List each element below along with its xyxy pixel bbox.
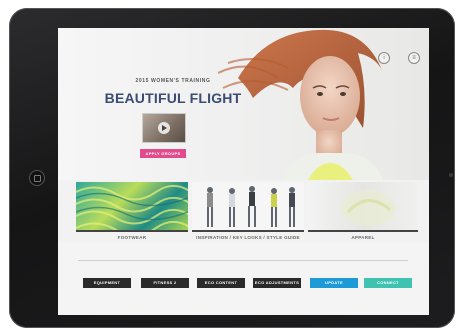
info-button[interactable]: i (378, 52, 390, 64)
apparel-label[interactable]: APPAREL (308, 235, 418, 240)
apparel-photo (340, 190, 396, 226)
inspiration-tile[interactable] (192, 182, 304, 230)
models-group-photo (207, 186, 295, 227)
fitness-button[interactable]: FITNESS 2 (141, 278, 189, 288)
connect-button[interactable]: CONNECT (364, 278, 412, 288)
equipment-button[interactable]: EQUIPMENT (83, 278, 131, 288)
category-tiles: FOOTWEAR INSPIRATION / KEY LOOKS / STYLE… (58, 180, 429, 242)
eco-adjustments-button[interactable]: ECO ADJUSTMENTS (253, 278, 301, 288)
inspiration-underline (192, 230, 304, 232)
footwear-tile[interactable] (76, 182, 188, 230)
app-screen: 2015 WOMEN'S TRAINING BEAUTIFUL FLIGHT A… (58, 28, 429, 315)
hero-kicker: 2015 WOMEN'S TRAINING (135, 78, 211, 84)
footwear-underline (76, 230, 188, 232)
footwear-label[interactable]: FOOTWEAR (76, 235, 188, 240)
inspiration-label[interactable]: INSPIRATION / KEY LOOKS / STYLE GUIDE (192, 235, 304, 240)
hero-banner: 2015 WOMEN'S TRAINING BEAUTIFUL FLIGHT A… (58, 28, 429, 180)
update-button[interactable]: UPDATE (310, 278, 358, 288)
play-icon[interactable] (158, 122, 170, 134)
home-button[interactable] (29, 170, 45, 186)
apparel-underline (308, 230, 418, 232)
apparel-tile[interactable] (308, 182, 418, 230)
hero-title: BEAUTIFUL FLIGHT (104, 90, 242, 106)
eco-content-button[interactable]: ECO CONTENT (197, 278, 245, 288)
front-camera (449, 173, 453, 177)
footwear-pattern (76, 185, 188, 230)
video-thumbnail[interactable] (142, 113, 186, 143)
section-divider (78, 260, 408, 261)
menu-button[interactable]: ≡ (408, 52, 420, 64)
apply-groups-button[interactable]: APPLY GROUPS (140, 149, 186, 158)
